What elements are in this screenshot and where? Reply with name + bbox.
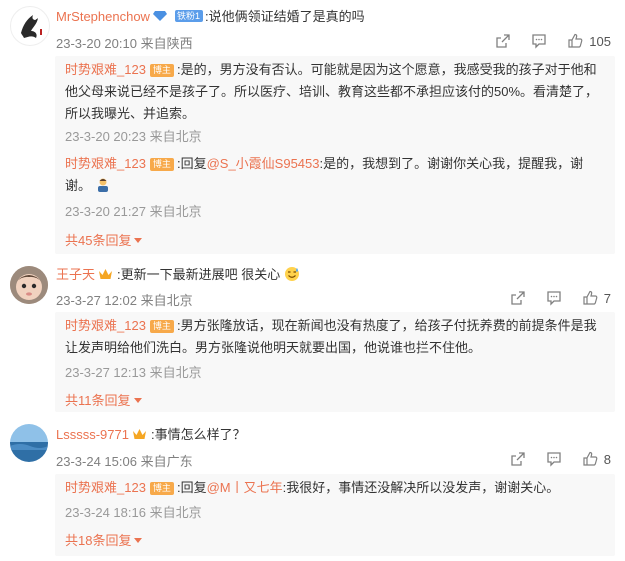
comment-text: 说他俩领证结婚了是真的吗 (208, 9, 365, 24)
blogger-badge: 博主 (149, 320, 174, 333)
like-icon[interactable] (567, 33, 583, 49)
comment-text: 更新一下最新进展吧 很关心 (120, 267, 281, 282)
comment-meta: 23-3-27 12:02 来自北京 (56, 290, 193, 309)
comment-icon[interactable] (546, 290, 562, 306)
like-count: 7 (603, 290, 611, 306)
reply-item: 时势艰难_123 博主:是的，男方没有否认。可能就是因为这个愿意，我感受我的孩子对… (65, 62, 599, 121)
comment-header: 王子天:更新一下最新进展吧 很关心 (56, 266, 300, 284)
reply-box: 时势艰难_123 博主:男方张隆放话，现在新闻也没有热度了，给孩子付抚养费的前提条… (55, 312, 615, 412)
reply-meta: 23-3-24 18:16 来自北京 (65, 502, 202, 521)
comment-location: 来自北京 (140, 293, 193, 308)
comment-username[interactable]: MrStephenchow (56, 9, 150, 24)
reply-location: 来自北京 (149, 129, 202, 144)
comment-location: 来自广东 (140, 454, 193, 469)
vip-diamond-icon (152, 11, 167, 21)
comment-time: 23-3-27 12:02 (56, 293, 137, 308)
more-replies-link[interactable]: 共11条回复 (65, 390, 142, 409)
reply-username[interactable]: 时势艰难_123 (65, 62, 146, 77)
reply-mention[interactable]: @S_小霞仙S95453 (207, 156, 320, 171)
seascape-avatar-icon (10, 424, 48, 462)
like-count: 8 (603, 451, 611, 467)
crown-icon (132, 429, 146, 439)
reply-meta: 23-3-20 21:27 来自北京 (65, 201, 202, 220)
caret-down-icon (133, 398, 142, 403)
reply-mention[interactable]: @M丨又七年 (207, 480, 283, 495)
share-icon[interactable] (510, 451, 526, 467)
reply-location: 来自北京 (149, 204, 202, 219)
more-replies-label: 共45条回复 (65, 233, 132, 248)
like-count: 105 (589, 33, 611, 49)
reply-username[interactable]: 时势艰难_123 (65, 318, 146, 333)
comment-actions: 7 (490, 290, 611, 306)
reply-time: 23-3-24 18:16 (65, 505, 146, 520)
fan-badge: 铁粉1 (174, 10, 203, 22)
reply-item: 时势艰难_123 博主:男方张隆放话，现在新闻也没有热度了，给孩子付抚养费的前提条… (65, 318, 597, 355)
sweat-smile-emoji (284, 267, 299, 281)
comment-username[interactable]: Lsssss-9771 (56, 427, 129, 442)
avatar[interactable] (10, 266, 48, 304)
reply-item: 时势艰难_123 博主:回复@S_小霞仙S95453:是的，我想到了。谢谢你关心我… (65, 156, 584, 193)
reply-time: 23-3-20 20:23 (65, 129, 146, 144)
comment-actions: 8 (490, 451, 611, 467)
more-replies-link[interactable]: 共45条回复 (65, 230, 143, 249)
comment-username[interactable]: 王子天 (56, 267, 95, 282)
reply-meta: 23-3-27 12:13 来自北京 (65, 362, 202, 381)
avatar[interactable] (10, 6, 50, 46)
reply-username[interactable]: 时势艰难_123 (65, 480, 146, 495)
comment-meta: 23-3-24 15:06 来自广东 (56, 451, 193, 470)
crown-icon (99, 269, 113, 279)
reply-item: 时势艰难_123 博主:回复@M丨又七年:我很好，事情还没解决所以没发声，谢谢关心… (65, 480, 560, 495)
reply-box: 时势艰难_123 博主:回复@M丨又七年:我很好，事情还没解决所以没发声，谢谢关心… (55, 474, 615, 556)
comment-meta: 23-3-20 20:10 来自陕西 (56, 33, 193, 52)
reply-location: 来自北京 (149, 505, 202, 520)
baby-face-avatar-icon (10, 266, 48, 304)
reply-box: 时势艰难_123 博主:是的，男方没有否认。可能就是因为这个愿意，我感受我的孩子对… (55, 56, 615, 254)
reply-meta: 23-3-20 20:23 来自北京 (65, 126, 202, 145)
comment-actions: 105 (475, 33, 611, 49)
reply-time: 23-3-27 12:13 (65, 365, 146, 380)
avatar[interactable] (10, 424, 48, 462)
reply-prefix: 回复 (180, 480, 207, 495)
like-icon[interactable] (582, 290, 598, 306)
comment-header: Lsssss-9771:事情怎么样了？ (56, 427, 246, 442)
comment-location: 来自陕西 (140, 36, 193, 51)
blogger-badge: 博主 (149, 64, 174, 77)
caret-down-icon (134, 538, 143, 543)
comment-icon[interactable] (531, 33, 547, 49)
more-replies-label: 共11条回复 (65, 393, 131, 408)
comment-text: 事情怎么样了？ (154, 427, 246, 442)
comment-icon[interactable] (546, 451, 562, 467)
comment-time: 23-3-20 20:10 (56, 36, 137, 51)
comment-time: 23-3-24 15:06 (56, 454, 137, 469)
reply-time: 23-3-20 21:27 (65, 204, 146, 219)
comment-header: MrStephenchow 铁粉1:说他俩领证结婚了是真的吗 (56, 9, 365, 24)
comment-list: MrStephenchow 铁粉1:说他俩领证结婚了是真的吗 23-3-20 20… (0, 0, 625, 561)
more-replies-label: 共18条回复 (65, 533, 132, 548)
reply-location: 来自北京 (149, 365, 202, 380)
blogger-badge: 博主 (149, 482, 174, 495)
reply-prefix: 回复 (180, 156, 207, 171)
share-icon[interactable] (510, 290, 526, 306)
person-bowing-emoji (97, 178, 108, 192)
caret-down-icon (134, 238, 143, 243)
ink-horse-avatar-icon (21, 15, 42, 38)
share-icon[interactable] (495, 33, 511, 49)
like-icon[interactable] (582, 451, 598, 467)
blogger-badge: 博主 (149, 158, 174, 171)
reply-username[interactable]: 时势艰难_123 (65, 156, 146, 171)
reply-text: 我很好，事情还没解决所以没发声，谢谢关心。 (286, 480, 560, 495)
more-replies-link[interactable]: 共18条回复 (65, 530, 143, 549)
